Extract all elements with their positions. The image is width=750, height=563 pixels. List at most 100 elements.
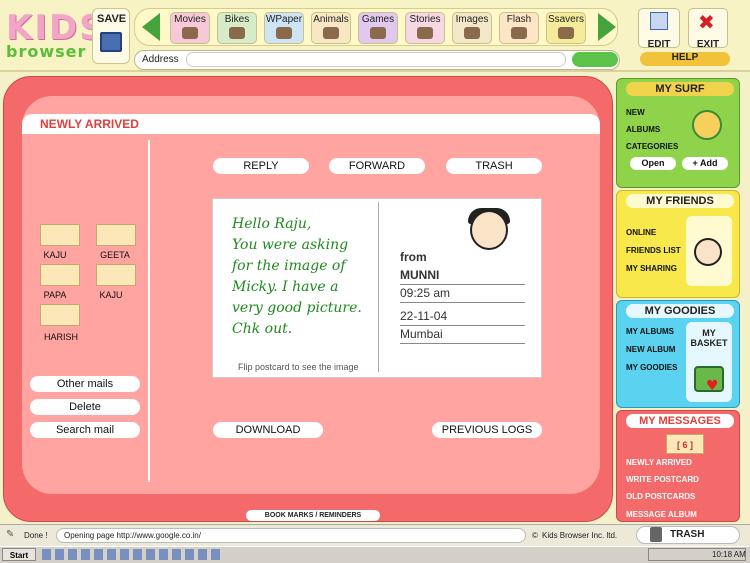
envelope-icon[interactable] [40,224,80,246]
floppy-icon [100,32,122,52]
animals-icon [323,27,339,39]
movies-icon [182,27,198,39]
reply-button[interactable]: REPLY [213,158,309,174]
nav-label: Movies [174,14,206,25]
nav-flash-button[interactable]: Flash [499,12,539,44]
my-surf-title: MY SURF [626,82,734,96]
message-line: Chk out. [232,321,293,337]
envelope-icon[interactable] [96,264,136,286]
my-messages-title: MY MESSAGES [626,414,734,428]
my-albums[interactable]: MY ALBUMS [626,327,674,336]
message-line: Hello Raju, [232,216,312,232]
surf-kid-icon [692,110,722,140]
go-button[interactable] [572,52,618,67]
my-goodies-link[interactable]: MY GOODIES [626,363,677,372]
status-done: Done ! [24,531,48,540]
message-line: You were asking [232,237,349,253]
from-name: MUNNI [400,268,525,285]
sender-label: HARISH [43,332,78,342]
nav-animals-button[interactable]: Animals [311,12,351,44]
search-mail-button[interactable]: Search mail [30,422,140,438]
my-friends-title: MY FRIENDS [626,194,734,208]
nav-label: WPaper [265,14,303,25]
msg-newly-arrived[interactable]: NEWLY ARRIVED [626,458,692,467]
message-line: very good picture. [232,300,362,316]
nav-stories-button[interactable]: Stories [405,12,445,44]
trash-bin-label: TRASH [670,529,705,540]
bookmarks-button[interactable]: BOOK MARKS / REMINDERS [246,510,380,521]
add-button[interactable]: + Add [682,157,728,170]
my-sharing[interactable]: MY SHARING [626,264,677,273]
copyright: Kids Browser Inc. ltd. [542,531,618,540]
flash-icon [511,27,527,39]
friends-list[interactable]: FRIENDS LIST [626,246,681,255]
nav-ssavers-button[interactable]: Ssavers [546,12,586,44]
my-goodies-title: MY GOODIES [626,304,734,318]
msg-write-postcard[interactable]: WRITE POSTCARD [626,475,699,484]
section-title: NEWLY ARRIVED [40,117,139,131]
my-surf-new[interactable]: NEW [626,108,645,117]
quicklaunch-icons[interactable] [42,549,222,560]
flip-hint: Flip postcard to see the image [238,362,359,372]
previous-logs-button[interactable]: PREVIOUS LOGS [432,422,542,438]
my-surf-albums[interactable]: ALBUMS [626,125,660,134]
nav-wpaper-button[interactable]: WPaper [264,12,304,44]
edit-label: EDIT [647,39,671,50]
postcard-divider [378,202,379,372]
forward-button[interactable]: FORWARD [329,158,425,174]
games-icon [370,27,386,39]
msg-message-album[interactable]: MESSAGE ALBUM [626,510,697,519]
copyright-symbol: © [532,531,538,540]
sender-label: PAPA [43,290,67,300]
close-icon: ✖ [698,10,715,34]
from-label: from [400,250,427,264]
new-album[interactable]: NEW ALBUM [626,345,675,354]
trash-icon [650,527,662,542]
date: 22-11-04 [400,309,525,326]
envelope-icon[interactable] [40,304,80,326]
ssavers-icon [558,27,574,39]
heart-icon: ♥ [706,378,719,394]
forward-arrow-icon[interactable] [598,13,616,41]
friends-online[interactable]: ONLINE [626,228,656,237]
nav-label: Bikes [224,14,250,25]
message-line: Micky. I have a [232,279,339,295]
status-icon: ✎ [6,529,15,540]
address-input[interactable] [186,52,566,67]
nav-games-button[interactable]: Games [358,12,398,44]
sender-label: KAJU [99,290,123,300]
nav-label: Flash [506,14,532,25]
open-button[interactable]: Open [630,157,676,170]
avatar [470,210,508,250]
nav-movies-button[interactable]: Movies [170,12,210,44]
status-url: Opening page http://www.google.co.in/ [64,531,201,540]
nav-label: Ssavers [547,14,585,25]
other-mails-button[interactable]: Other mails [30,376,140,392]
edit-icon [650,12,668,30]
download-button[interactable]: DOWNLOAD [213,422,323,438]
divider [148,140,150,482]
address-label: Address [142,54,179,65]
nav-label: Animals [313,14,349,25]
sender-label: GEETA [100,250,130,260]
nav-bikes-button[interactable]: Bikes [217,12,257,44]
sender-label: KAJU [43,250,67,260]
nav-label: Games [361,14,395,25]
nav-images-button[interactable]: Images [452,12,492,44]
nav-label: Stories [409,14,441,25]
postcard-message: Hello Raju, You were asking for the imag… [232,214,372,340]
back-arrow-icon[interactable] [142,13,160,41]
msg-old-postcards[interactable]: OLD POSTCARDS [626,492,695,501]
start-button[interactable]: Start [2,548,36,561]
delete-button[interactable]: Delete [30,399,140,415]
exit-label: EXIT [696,39,720,50]
envelope-icon[interactable] [40,264,80,286]
help-button[interactable]: HELP [640,52,730,66]
message-count: [ 6 ] [666,434,704,454]
my-surf-categories[interactable]: CATEGORIES [626,142,678,151]
save-label: SAVE [97,13,127,25]
logo-subtext: browser [6,42,87,61]
envelope-icon[interactable] [96,224,136,246]
friend-avatar [694,238,722,266]
trash-button[interactable]: TRASH [446,158,542,174]
